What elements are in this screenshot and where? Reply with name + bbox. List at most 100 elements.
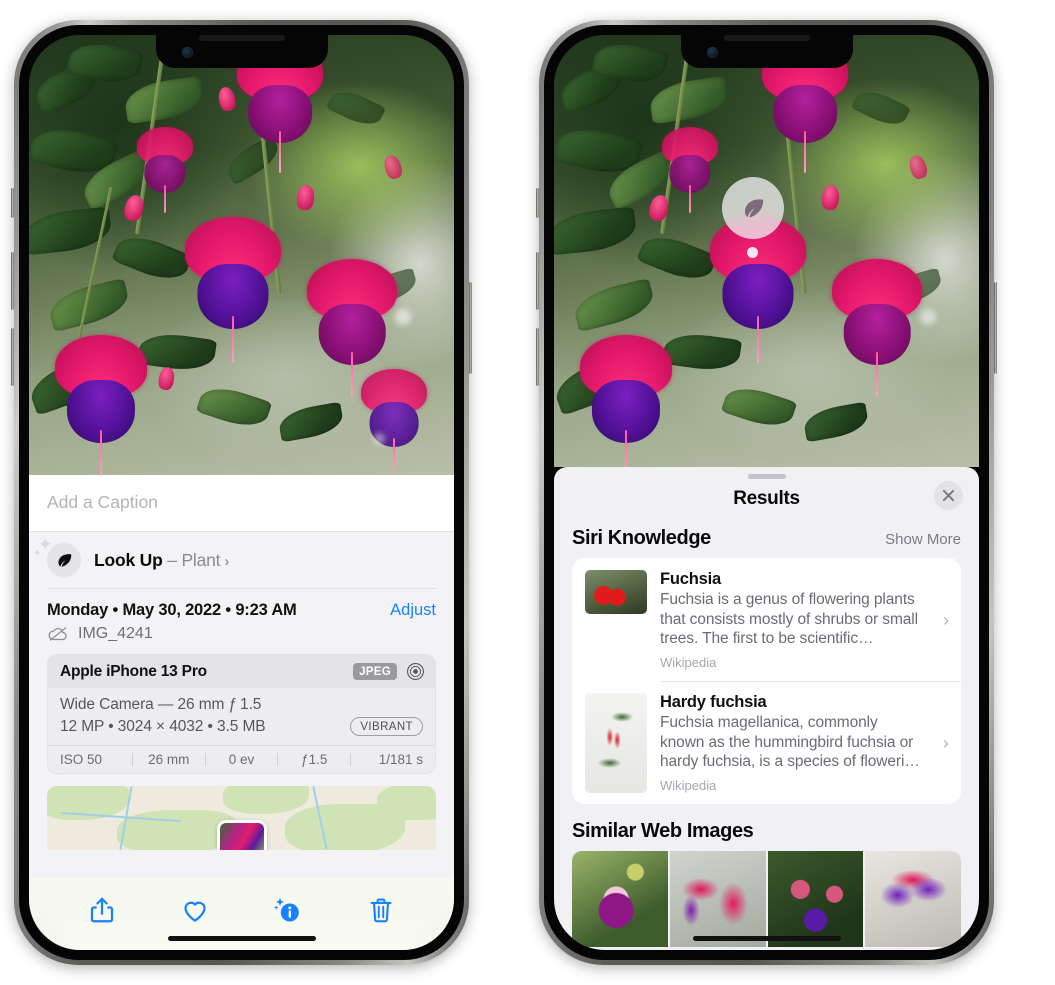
camera-metadata-card[interactable]: Apple iPhone 13 Pro JPEG Wide Camera — 2…: [47, 654, 436, 774]
iphone-left: Add a Caption ✦ ✦ Look Up – Plant › Mond…: [11, 20, 472, 965]
exif-exposure-value: 0 ev: [228, 752, 255, 767]
siri-knowledge-card: Fuchsia Fuchsia is a genus of flowering …: [572, 558, 961, 805]
aperture-icon: [407, 663, 424, 680]
web-image-thumbnail[interactable]: [767, 851, 864, 948]
volume-up-button[interactable]: [536, 252, 539, 310]
result-source: Wikipedia: [660, 778, 717, 794]
adjust-button[interactable]: Adjust: [390, 601, 436, 620]
home-indicator-right: [692, 936, 841, 941]
exif-shutter-speed: 1/181 s: [378, 752, 423, 767]
silent-switch[interactable]: [11, 188, 14, 218]
spec-row: 12 MP • 3024 × 4032 • 3.5 MB VIBRANT: [60, 717, 423, 736]
flower: [832, 259, 922, 397]
earpiece-speaker: [198, 35, 285, 41]
result-title: Fuchsia: [660, 570, 721, 588]
format-badge: JPEG: [353, 663, 397, 680]
home-indicator-left: [167, 936, 316, 941]
section-title: Siri Knowledge: [572, 527, 711, 549]
icloud-slash-icon: [48, 627, 67, 641]
volume-up-button[interactable]: [11, 252, 14, 310]
result-description: Fuchsia is a genus of flowering plants t…: [660, 591, 918, 648]
screen-left: Add a Caption ✦ ✦ Look Up – Plant › Mond…: [29, 35, 454, 950]
photo-viewer-right[interactable]: [554, 35, 979, 467]
info-sparkle-icon[interactable]: [273, 895, 303, 925]
web-image-thumbnail[interactable]: [865, 851, 961, 948]
side-power-button[interactable]: [994, 282, 997, 374]
front-camera-icon: [706, 47, 718, 58]
similar-web-images-header: Similar Web Images: [554, 804, 979, 851]
share-icon[interactable]: [87, 895, 117, 925]
web-image-thumbnail[interactable]: [572, 851, 668, 948]
location-map[interactable]: [47, 786, 436, 850]
photo-viewer-left[interactable]: [29, 35, 454, 475]
exif-focal-length: 26 mm: [148, 752, 190, 767]
metadata-badges: JPEG: [353, 662, 425, 681]
photographic-style-badge: VIBRANT: [350, 717, 423, 736]
flower: [662, 127, 718, 213]
trash-icon[interactable]: [366, 895, 396, 925]
caption-input[interactable]: Add a Caption: [29, 475, 454, 532]
map-greenspace: [223, 786, 309, 814]
device-name: Apple iPhone 13 Pro: [60, 662, 207, 680]
bokeh: [920, 309, 936, 325]
result-source: Wikipedia: [660, 655, 717, 671]
leaf-icon[interactable]: [722, 177, 784, 239]
phone-bezel-left: Add a Caption ✦ ✦ Look Up – Plant › Mond…: [19, 25, 464, 960]
list-item[interactable]: Fuchsia Fuchsia is a genus of flowering …: [572, 558, 961, 681]
result-thumbnail: [585, 570, 647, 614]
date-row: Monday • May 30, 2022 • 9:23 AM Adjust: [29, 589, 454, 623]
exif-iso: ISO 50: [60, 752, 103, 767]
volume-down-button[interactable]: [536, 328, 539, 386]
map-greenspace: [377, 786, 436, 820]
silent-switch[interactable]: [536, 188, 539, 218]
result-body: Fuchsia Fuchsia is a genus of flowering …: [660, 570, 926, 670]
look-up-row[interactable]: ✦ ✦ Look Up – Plant ›: [29, 532, 454, 589]
look-up-subject: Plant: [181, 549, 221, 570]
flower: [137, 127, 193, 213]
web-image-thumbnail[interactable]: [669, 851, 766, 948]
lens-info: Wide Camera — 26 mm ƒ 1.5: [60, 696, 262, 713]
subject-indicator-dot: [747, 247, 758, 258]
flower: [361, 369, 427, 471]
leaf-icon: ✦ ✦: [33, 536, 81, 577]
capture-date: Monday • May 30, 2022 • 9:23 AM: [47, 601, 297, 619]
iphone-right: Results Siri Knowledge Show More Fuchsia…: [536, 20, 997, 965]
look-up-dash: –: [162, 549, 182, 570]
chevron-right-icon: ›: [224, 552, 230, 570]
image-specs: 12 MP • 3024 × 4032 • 3.5 MB: [60, 717, 266, 735]
siri-knowledge-header: Siri Knowledge Show More: [554, 525, 979, 558]
similar-web-images-strip[interactable]: [572, 851, 961, 948]
results-header: Results: [554, 479, 979, 525]
visual-lookup-results-sheet: Results Siri Knowledge Show More Fuchsia…: [554, 467, 979, 950]
flower: [580, 335, 672, 467]
side-power-button[interactable]: [469, 282, 472, 374]
exif-aperture: ƒ1.5: [301, 752, 328, 767]
earpiece-speaker: [723, 35, 810, 41]
close-icon[interactable]: [934, 481, 963, 510]
camera-metadata-header: Apple iPhone 13 Pro JPEG: [48, 655, 435, 688]
list-item[interactable]: Hardy fuchsia Fuchsia magellanica, commo…: [572, 681, 961, 804]
camera-metadata-body: Wide Camera — 26 mm ƒ 1.5 12 MP • 3024 ×…: [48, 688, 435, 745]
sparkle-icon: ✦: [33, 548, 42, 559]
bokeh: [395, 309, 411, 325]
flower: [185, 217, 281, 363]
file-row: IMG_4241: [29, 623, 454, 654]
sparkle-icon: ✦: [38, 535, 53, 554]
map-photo-marker[interactable]: [216, 820, 267, 850]
look-up-title: Look Up: [94, 549, 163, 570]
chevron-right-icon: ›: [943, 609, 949, 630]
heart-icon[interactable]: [180, 895, 210, 925]
section-title: Similar Web Images: [572, 820, 754, 843]
screenshot-stage: Add a Caption ✦ ✦ Look Up – Plant › Mond…: [0, 0, 1055, 985]
phone-bezel-right: Results Siri Knowledge Show More Fuchsia…: [544, 25, 989, 960]
bokeh: [373, 433, 385, 445]
exif-row: ISO 50 26 mm 0 ev ƒ1.5 1/181 s: [48, 745, 435, 773]
volume-down-button[interactable]: [11, 328, 14, 386]
photo-info-sheet: Add a Caption ✦ ✦ Look Up – Plant › Mond…: [29, 475, 454, 950]
front-camera-icon: [181, 47, 193, 58]
flower: [307, 259, 397, 397]
show-more-button[interactable]: Show More: [885, 531, 961, 548]
chevron-right-icon: ›: [943, 732, 949, 753]
map-marker-thumbnail: [219, 823, 264, 850]
result-thumbnail: [585, 693, 647, 794]
